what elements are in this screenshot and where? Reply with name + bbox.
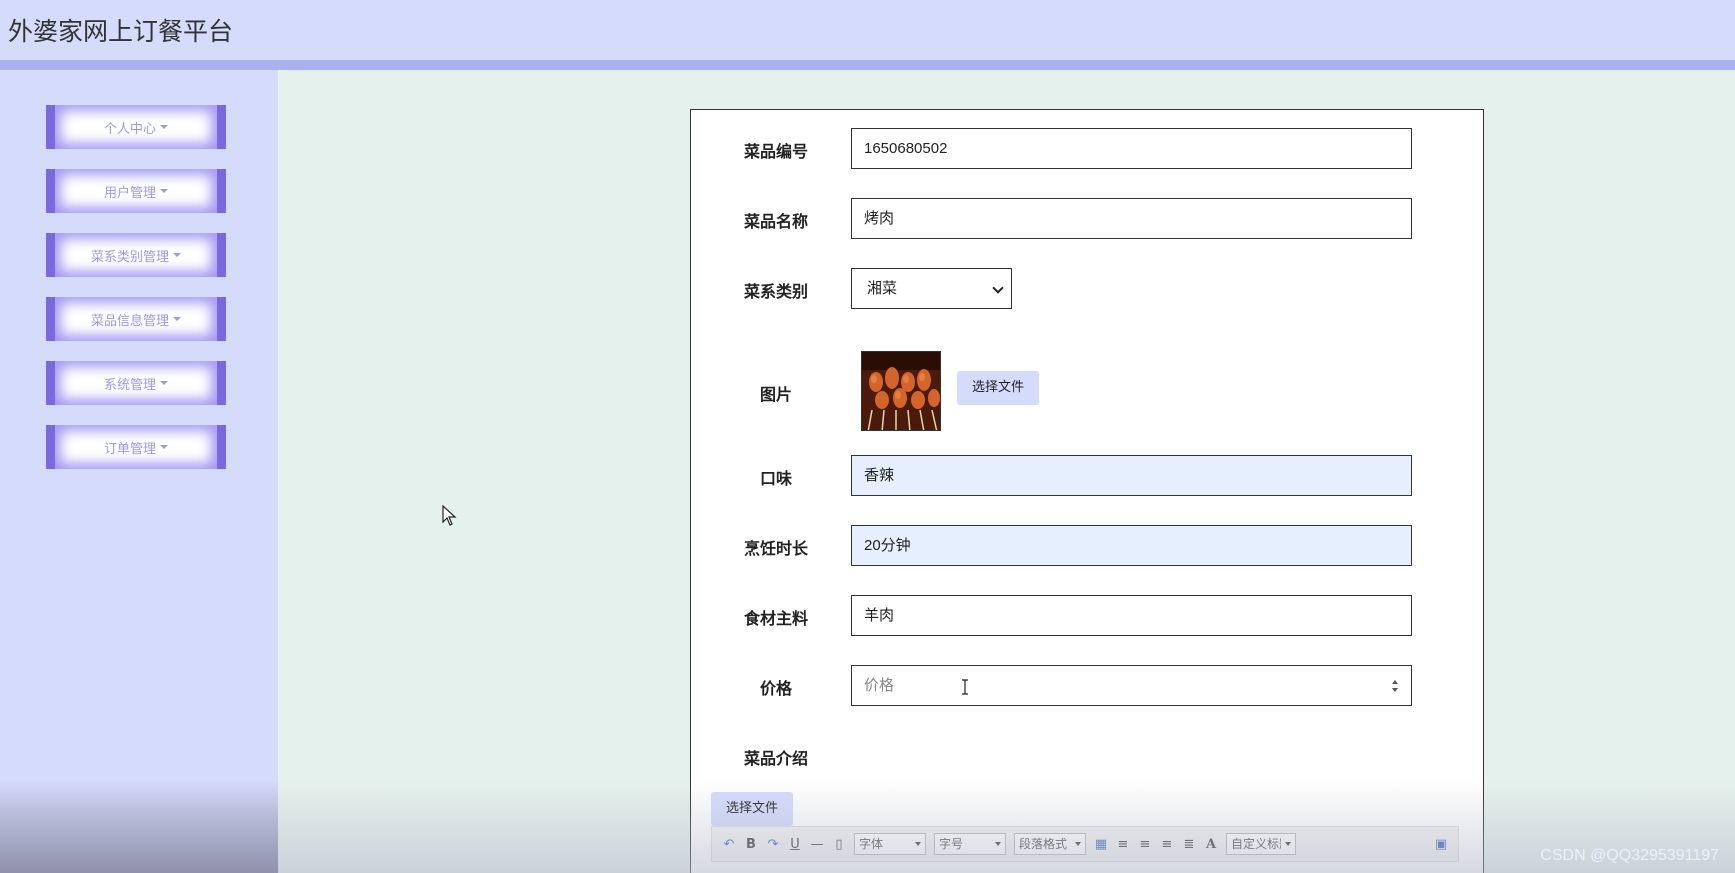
- ingredient-input[interactable]: 羊肉: [851, 595, 1412, 636]
- bold-icon[interactable]: B: [740, 833, 762, 855]
- top-header: 外婆家网上订餐平台: [0, 0, 1735, 60]
- image-choose-file-button[interactable]: 选择文件: [957, 371, 1040, 405]
- caret-down-icon: [173, 317, 181, 321]
- caret-down-icon: [160, 381, 168, 385]
- sidebar-item-label: 菜品信息管理: [90, 313, 169, 329]
- sidebar-item-label: 菜系类别管理: [90, 249, 169, 265]
- dropdown-arrow-icon: [995, 842, 1001, 846]
- category-selected-value: 湘菜: [867, 279, 898, 297]
- sidebar: 个人中心 用户管理 菜系类别管理 菜品信息管理 系统管理 订单管理: [0, 70, 278, 873]
- text-cursor-icon: [962, 679, 968, 695]
- dropdown-arrow-icon: [1285, 842, 1291, 846]
- sidebar-item-label: 订单管理: [103, 441, 156, 457]
- font-family-label: 字体: [859, 837, 884, 851]
- dropdown-arrow-icon: [1075, 842, 1081, 846]
- taste-label: 口味: [759, 469, 792, 488]
- horizontal-rule-icon[interactable]: —: [806, 833, 828, 855]
- header-divider-bar: [0, 60, 1735, 70]
- sidebar-item-label: 个人中心: [103, 121, 156, 137]
- sidebar-item-system[interactable]: 系统管理: [46, 361, 226, 405]
- custom-title-label: 自定义标题: [1231, 837, 1281, 851]
- app-title: 外婆家网上订餐平台: [8, 17, 234, 46]
- image-label: 图片: [759, 385, 792, 404]
- paragraph-format-label: 段落格式: [1019, 837, 1068, 851]
- price-placeholder: 价格: [864, 677, 895, 694]
- underline-icon[interactable]: U: [784, 833, 806, 855]
- sidebar-item-label: 系统管理: [103, 377, 156, 393]
- watermark: CSDN @QQ3295391197: [1540, 847, 1719, 864]
- align-left-icon[interactable]: ≡: [1112, 833, 1134, 855]
- intro-label: 菜品介绍: [743, 749, 808, 768]
- chevron-down-icon: [992, 282, 1004, 294]
- caret-down-icon: [160, 125, 168, 129]
- redo-icon[interactable]: ↷: [762, 833, 784, 855]
- sidebar-item-user-management[interactable]: 用户管理: [46, 169, 226, 213]
- price-label: 价格: [759, 679, 792, 698]
- mouse-pointer-icon: [442, 505, 457, 526]
- taste-input[interactable]: 香辣: [851, 455, 1412, 496]
- editor-toolbar: ↶ B ↷ U — ▯ 字体 字号 段落格式 ▦ ≡ ≡ ≡ ≣ A 自定义标题…: [711, 826, 1459, 862]
- paragraph-format-select[interactable]: 段落格式: [1014, 833, 1086, 855]
- align-right-icon[interactable]: ≡: [1134, 833, 1156, 855]
- caret-down-icon: [160, 189, 168, 193]
- font-size-select[interactable]: 字号: [934, 833, 1006, 855]
- caret-down-icon: [160, 445, 168, 449]
- dish-edit-form: 菜品编号 1650680502 菜品名称 烤肉 菜系类别 湘菜 图片 选择文件 …: [690, 109, 1484, 873]
- category-select[interactable]: 湘菜: [851, 268, 1012, 309]
- custom-title-select[interactable]: 自定义标题: [1226, 833, 1296, 855]
- undo-icon[interactable]: ↶: [718, 833, 740, 855]
- align-center-icon[interactable]: ≡: [1156, 833, 1178, 855]
- dropdown-arrow-icon: [915, 842, 921, 846]
- dish-name-label: 菜品名称: [743, 212, 808, 231]
- category-label: 菜系类别: [743, 282, 808, 301]
- cook-time-label: 烹饪时长: [743, 539, 808, 558]
- cook-time-input[interactable]: 20分钟: [851, 525, 1412, 566]
- sidebar-item-cuisine-category[interactable]: 菜系类别管理: [46, 233, 226, 277]
- font-size-label: 字号: [939, 837, 964, 851]
- align-justify-icon[interactable]: ≣: [1178, 833, 1200, 855]
- ingredient-label: 食材主料: [743, 609, 808, 628]
- sidebar-item-label: 用户管理: [103, 185, 156, 201]
- sidebar-item-orders[interactable]: 订单管理: [46, 425, 226, 469]
- table-icon[interactable]: ▦: [1090, 833, 1112, 855]
- fullscreen-icon[interactable]: ▣: [1430, 833, 1452, 855]
- font-color-icon[interactable]: A: [1200, 833, 1222, 855]
- intro-choose-file-button[interactable]: 选择文件: [711, 792, 794, 826]
- font-family-select[interactable]: 字体: [854, 833, 926, 855]
- dish-name-input[interactable]: 烤肉: [851, 198, 1412, 239]
- caret-down-icon: [173, 253, 181, 257]
- dish-no-label: 菜品编号: [743, 142, 808, 161]
- price-input[interactable]: 价格: [851, 665, 1412, 706]
- document-icon[interactable]: ▯: [828, 833, 850, 855]
- number-spinner-icon[interactable]: [1391, 677, 1399, 695]
- sidebar-item-dish-info[interactable]: 菜品信息管理: [46, 297, 226, 341]
- dish-no-input[interactable]: 1650680502: [851, 128, 1412, 169]
- sidebar-item-personal-center[interactable]: 个人中心: [46, 105, 226, 149]
- dish-image-thumbnail: [861, 351, 941, 431]
